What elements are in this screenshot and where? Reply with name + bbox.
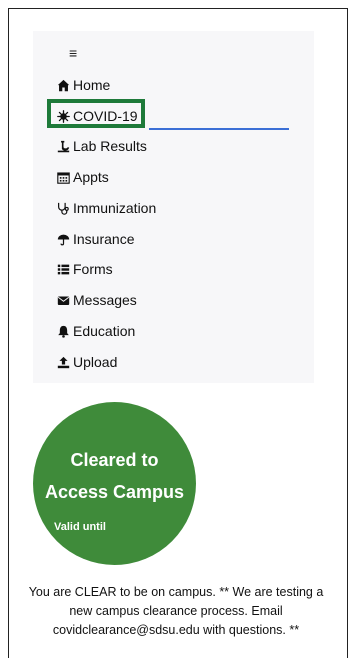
menu-item-immunization[interactable]: Immunization	[57, 198, 156, 218]
valid-until-label: Valid until	[54, 521, 106, 533]
umbrella-icon	[57, 233, 70, 246]
menu-item-label: Insurance	[73, 231, 135, 247]
menu-item-messages[interactable]: Messages	[57, 290, 137, 310]
lab-icon	[57, 140, 70, 153]
menu-item-upload[interactable]: Upload	[57, 352, 117, 372]
active-item-highlight	[47, 99, 145, 128]
bell-icon	[57, 325, 70, 338]
menu-item-label: Forms	[73, 261, 113, 277]
menu-item-education[interactable]: Education	[57, 321, 135, 341]
menu-item-label: Immunization	[73, 200, 157, 216]
upload-icon	[57, 356, 70, 369]
hamburger-menu-icon[interactable]: ≡	[69, 45, 77, 61]
list-icon	[57, 263, 70, 276]
menu-item-appts[interactable]: Appts	[57, 167, 109, 187]
menu-item-insurance[interactable]: Insurance	[57, 229, 134, 249]
menu-item-label: Home	[73, 77, 111, 93]
menu-item-label: Upload	[73, 354, 118, 370]
clearance-status-badge: Cleared to Access Campus Valid until	[33, 402, 196, 565]
menu-item-label: Appts	[73, 169, 109, 185]
active-item-underline	[149, 128, 289, 130]
menu-item-home[interactable]: Home	[57, 75, 110, 95]
status-line-1: Cleared to	[70, 450, 159, 470]
stethoscope-icon	[57, 202, 70, 215]
menu-item-label: Lab Results	[73, 138, 147, 154]
clearance-message: You are CLEAR to be on campus. ** We are…	[28, 584, 324, 637]
envelope-icon	[57, 294, 70, 307]
menu-item-lab-results[interactable]: Lab Results	[57, 136, 147, 156]
nav-menu: ≡ Home COVID-19 Lab Results Appts Immuni…	[33, 31, 314, 383]
menu-item-forms[interactable]: Forms	[57, 259, 113, 279]
menu-item-label: Education	[73, 323, 136, 339]
home-icon	[57, 79, 70, 92]
status-line-2: Access Campus	[44, 482, 185, 502]
calendar-icon	[57, 171, 70, 184]
menu-item-label: Messages	[73, 292, 137, 308]
